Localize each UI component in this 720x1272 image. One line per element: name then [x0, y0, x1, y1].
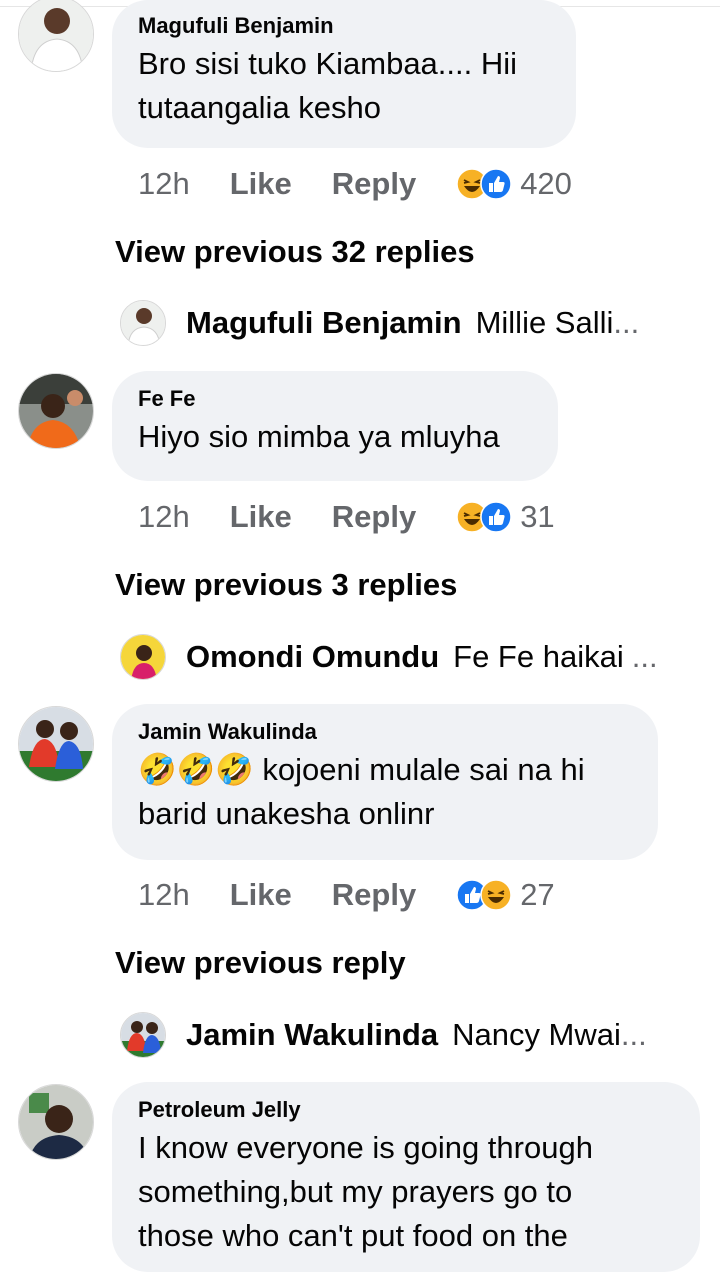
view-previous-replies[interactable]: View previous 32 replies — [115, 234, 475, 270]
reply-text: Nancy Mwai — [452, 1017, 621, 1052]
avatar[interactable] — [120, 300, 166, 346]
reply-author[interactable]: Jamin Wakulinda — [186, 1017, 438, 1053]
view-previous-replies[interactable]: View previous 3 replies — [115, 567, 457, 603]
comment-bubble[interactable]: Petroleum Jelly I know everyone is going… — [112, 1082, 700, 1272]
reactions[interactable] — [456, 168, 512, 200]
comment-time[interactable]: 12h — [138, 877, 190, 913]
like-icon — [480, 501, 512, 533]
ellipsis: ... — [631, 639, 658, 674]
comment-text: Hiyo sio mimba ya mluyha — [138, 419, 500, 454]
view-previous-replies[interactable]: View previous reply — [115, 945, 406, 981]
comment-actions: 12h Like Reply 27 — [138, 875, 555, 915]
like-button[interactable]: Like — [230, 877, 292, 913]
reply-button[interactable]: Reply — [332, 499, 416, 535]
avatar[interactable] — [18, 706, 94, 782]
reply-preview[interactable]: Omondi Omundu Fe Fe haikai... — [120, 632, 680, 682]
comment-author[interactable]: Jamin Wakulinda — [138, 718, 632, 746]
reactions[interactable] — [456, 879, 512, 911]
comment-text: I know everyone is going through somethi… — [138, 1130, 593, 1253]
comment-author[interactable]: Magufuli Benjamin — [138, 12, 550, 40]
reply-preview[interactable]: Magufuli Benjamin Millie Salli... — [120, 298, 680, 348]
reaction-count[interactable]: 31 — [520, 499, 554, 535]
comment-actions: 12h Like Reply 31 — [138, 497, 555, 537]
comment-bubble[interactable]: Jamin Wakulinda 🤣🤣🤣 kojoeni mulale sai n… — [112, 704, 658, 860]
reply-preview[interactable]: Jamin Wakulinda Nancy Mwai... — [120, 1010, 680, 1060]
ellipsis: ... — [620, 1017, 647, 1052]
like-icon — [480, 168, 512, 200]
avatar[interactable] — [18, 0, 94, 72]
reply-button[interactable]: Reply — [332, 877, 416, 913]
ellipsis: ... — [613, 305, 640, 340]
like-button[interactable]: Like — [230, 166, 292, 202]
avatar[interactable] — [18, 373, 94, 449]
comment-author[interactable]: Fe Fe — [138, 385, 532, 413]
like-button[interactable]: Like — [230, 499, 292, 535]
comment-text: Bro sisi tuko Kiambaa.... Hii tutaangali… — [138, 46, 518, 125]
avatar[interactable] — [120, 634, 166, 680]
comment-bubble[interactable]: Fe Fe Hiyo sio mimba ya mluyha — [112, 371, 558, 481]
reaction-count[interactable]: 27 — [520, 877, 554, 913]
reaction-count[interactable]: 420 — [520, 166, 572, 202]
comment-actions: 12h Like Reply 420 — [138, 164, 572, 204]
avatar[interactable] — [18, 1084, 94, 1160]
reply-button[interactable]: Reply — [332, 166, 416, 202]
comment-bubble[interactable]: Magufuli Benjamin Bro sisi tuko Kiambaa.… — [112, 0, 576, 148]
reply-author[interactable]: Omondi Omundu — [186, 639, 439, 675]
haha-icon — [480, 879, 512, 911]
reply-author[interactable]: Magufuli Benjamin — [186, 305, 462, 341]
comment-time[interactable]: 12h — [138, 499, 190, 535]
comment-text: 🤣🤣🤣 kojoeni mulale sai na hi barid unake… — [138, 752, 585, 831]
reactions[interactable] — [456, 501, 512, 533]
comment-time[interactable]: 12h — [138, 166, 190, 202]
reply-text: Millie Salli — [475, 305, 614, 340]
comment-author[interactable]: Petroleum Jelly — [138, 1096, 674, 1124]
avatar[interactable] — [120, 1012, 166, 1058]
reply-text: Fe Fe haikai — [453, 639, 624, 674]
